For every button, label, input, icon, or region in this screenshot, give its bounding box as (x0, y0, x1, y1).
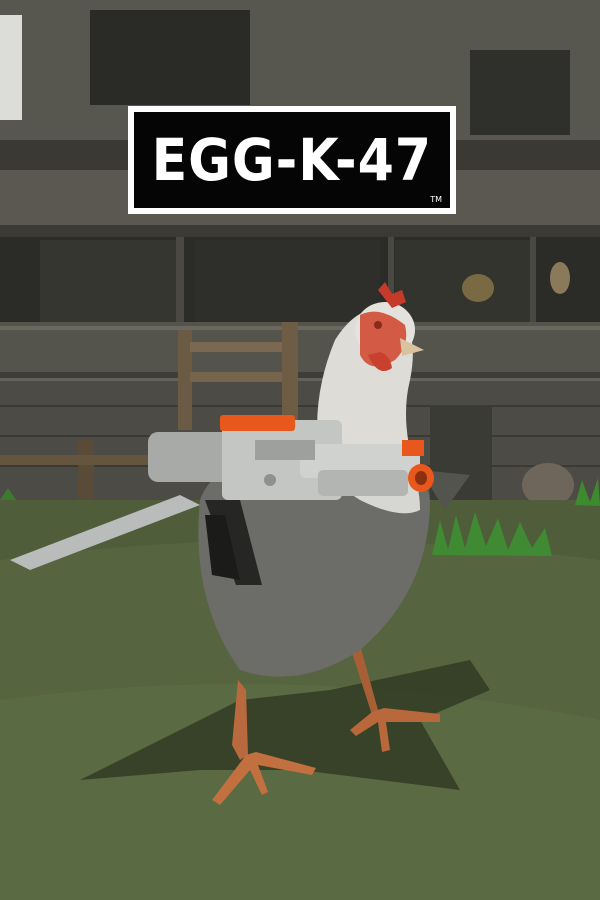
cover-art: EGG-K-47 TM (0, 0, 600, 900)
game-logo-inner: EGG-K-47 TM (134, 112, 450, 208)
game-logo: EGG-K-47 TM (128, 106, 456, 214)
gun-top-rail (220, 415, 295, 431)
game-title: EGG-K-47 (151, 126, 433, 194)
trademark-symbol: TM (430, 195, 442, 204)
wall-sign (0, 15, 22, 120)
